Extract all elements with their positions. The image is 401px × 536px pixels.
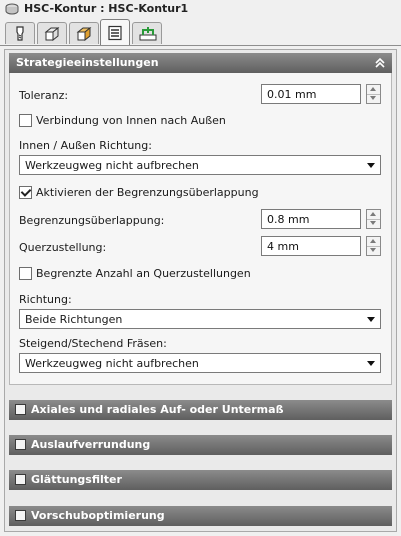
querzustellung-spinner[interactable] <box>366 236 381 256</box>
model-box-icon <box>76 26 92 42</box>
steigend-label: Steigend/Stechend Fräsen: <box>19 337 167 350</box>
dropdown-arrow-icon <box>367 317 375 322</box>
begrenzungsueberlappung-spinner[interactable] <box>366 209 381 229</box>
glaettungsfilter-checkbox[interactable] <box>15 474 26 485</box>
toleranz-input[interactable] <box>262 85 359 102</box>
spin-down-arrow-icon[interactable] <box>367 246 380 255</box>
tool-holder-icon <box>5 3 19 15</box>
stock-box-icon <box>44 26 60 42</box>
auslaufverrundung-checkbox[interactable] <box>15 439 26 450</box>
spin-down-arrow-icon[interactable] <box>367 94 380 103</box>
double-chevron-up-icon[interactable] <box>374 57 386 69</box>
querzustellung-input[interactable] <box>262 237 359 254</box>
glaettungsfilter-section-title: Glättungsfilter <box>31 473 122 486</box>
aktivieren-label: Aktivieren der Begrenzungsüberlappung <box>36 186 259 199</box>
tab-tool[interactable] <box>5 22 35 44</box>
querzustellung-label: Querzustellung: <box>19 241 107 254</box>
begrenzungsueberlappung-field[interactable] <box>261 209 361 229</box>
toleranz-field[interactable] <box>261 84 361 104</box>
tab-linking[interactable] <box>132 22 162 44</box>
begrenzungsueberlappung-label: Begrenzungsüberlappung: <box>19 214 165 227</box>
glaettungsfilter-section-header[interactable]: Glättungsfilter <box>9 470 392 490</box>
vorschuboptimierung-checkbox[interactable] <box>15 510 26 521</box>
tab-strip <box>0 18 401 46</box>
strategy-section-header[interactable]: Strategieeinstellungen <box>9 53 392 73</box>
axiales-checkbox[interactable] <box>15 404 26 415</box>
aktivieren-checkbox[interactable] <box>19 186 32 199</box>
richtung-label: Richtung: <box>19 293 72 306</box>
toleranz-label: Toleranz: <box>19 89 69 102</box>
strategy-section-title: Strategieeinstellungen <box>16 56 159 69</box>
innen-aussen-label: Innen / Außen Richtung: <box>19 139 152 152</box>
innen-aussen-value: Werkzeugweg nicht aufbrechen <box>25 159 199 172</box>
steigend-value: Werkzeugweg nicht aufbrechen <box>25 357 199 370</box>
axiales-section-title: Axiales und radiales Auf- oder Untermaß <box>31 403 284 416</box>
tab-strategy[interactable] <box>100 19 130 45</box>
spin-down-arrow-icon[interactable] <box>367 219 380 228</box>
tab-divider <box>0 45 401 46</box>
dropdown-arrow-icon <box>367 361 375 366</box>
tool-icon <box>16 26 24 41</box>
tab-stock[interactable] <box>37 22 67 44</box>
querzustellung-field[interactable] <box>261 236 361 256</box>
verbindung-label: Verbindung von Innen nach Außen <box>36 114 226 127</box>
auslaufverrundung-section-title: Auslaufverrundung <box>31 438 151 451</box>
dropdown-arrow-icon <box>367 163 375 168</box>
tab-model[interactable] <box>69 22 99 44</box>
verbindung-checkbox[interactable] <box>19 114 32 127</box>
begrenzte-checkbox[interactable] <box>19 267 32 280</box>
steigend-dropdown[interactable]: Werkzeugweg nicht aufbrechen <box>19 353 381 373</box>
vorschuboptimierung-section-title: Vorschuboptimierung <box>31 509 165 522</box>
strategy-section-body: Toleranz: Verbindung von Innen nach Auße… <box>9 73 392 385</box>
axiales-section-header[interactable]: Axiales und radiales Auf- oder Untermaß <box>9 400 392 420</box>
window-title: HSC-Kontur : HSC-Kontur1 <box>24 2 189 15</box>
strategy-list-icon <box>108 25 122 41</box>
innen-aussen-dropdown[interactable]: Werkzeugweg nicht aufbrechen <box>19 155 381 175</box>
toleranz-spinner[interactable] <box>366 84 381 104</box>
begrenzte-label: Begrenzte Anzahl an Querzustellungen <box>36 267 251 280</box>
title-bar: HSC-Kontur : HSC-Kontur1 <box>0 0 401 18</box>
richtung-value: Beide Richtungen <box>25 313 123 326</box>
linking-icon <box>139 27 157 41</box>
begrenzungsueberlappung-input[interactable] <box>262 210 359 227</box>
richtung-dropdown[interactable]: Beide Richtungen <box>19 309 381 329</box>
auslaufverrundung-section-header[interactable]: Auslaufverrundung <box>9 435 392 455</box>
vorschuboptimierung-section-header[interactable]: Vorschuboptimierung <box>9 506 392 526</box>
